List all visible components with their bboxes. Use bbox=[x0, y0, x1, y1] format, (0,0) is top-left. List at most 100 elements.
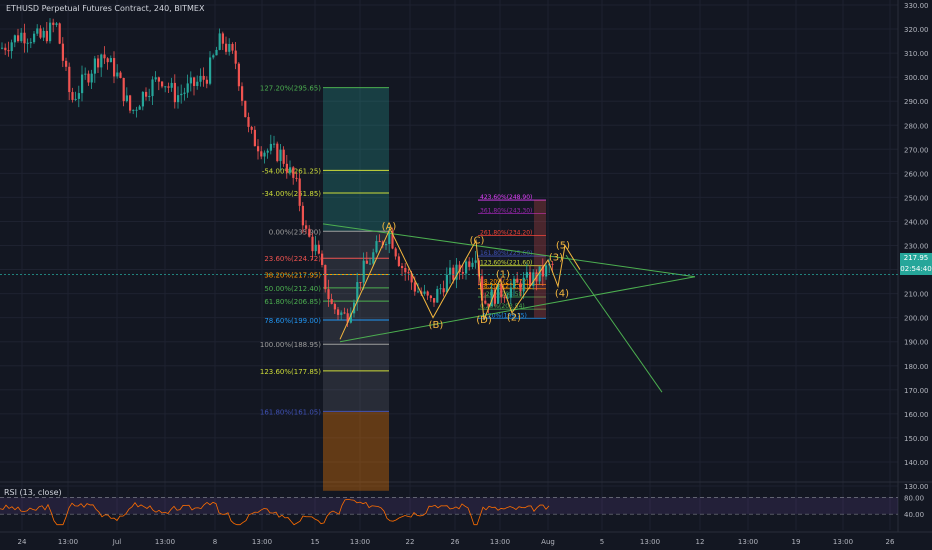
candle-body bbox=[260, 151, 263, 157]
candle-body bbox=[129, 95, 132, 111]
candle-body bbox=[61, 43, 64, 61]
candle-body bbox=[119, 72, 122, 78]
wave-label: (3) bbox=[549, 253, 563, 264]
wave-label: (C) bbox=[470, 236, 485, 247]
candle-body bbox=[285, 163, 288, 173]
candle-body bbox=[429, 295, 432, 299]
candle-body bbox=[132, 109, 135, 111]
candle-body bbox=[39, 28, 42, 38]
candle-body bbox=[4, 47, 7, 51]
candle-body bbox=[292, 167, 295, 178]
candle-body bbox=[551, 263, 554, 265]
price-tick-label: 190.00 bbox=[904, 339, 929, 347]
candle-body bbox=[333, 303, 336, 310]
candle-body bbox=[343, 312, 346, 314]
candle-body bbox=[362, 260, 365, 283]
candle-body bbox=[196, 81, 199, 86]
candle-body bbox=[106, 58, 109, 63]
candle-body bbox=[7, 50, 10, 52]
candle-body bbox=[234, 50, 237, 64]
candle-body bbox=[173, 82, 176, 103]
candle-body bbox=[257, 146, 260, 152]
candle-body bbox=[426, 291, 429, 296]
candle-body bbox=[141, 91, 144, 107]
candle-body bbox=[295, 177, 298, 179]
time-tick-label: 13:00 bbox=[350, 538, 370, 546]
candle-body bbox=[266, 150, 269, 153]
chart-title: ETHUSD Perpetual Futures Contract, 240, … bbox=[6, 4, 205, 13]
candle-body bbox=[276, 143, 279, 162]
candle-body bbox=[263, 152, 266, 157]
time-tick-label: 5 bbox=[600, 538, 604, 546]
candle-body bbox=[231, 43, 234, 51]
fib-level-label: 78.60%(199.00) bbox=[264, 317, 321, 325]
candle-body bbox=[365, 260, 368, 264]
price-tick-label: 320.00 bbox=[904, 26, 929, 34]
candle-body bbox=[289, 167, 292, 173]
candle-body bbox=[442, 288, 445, 293]
projection-line bbox=[565, 254, 663, 393]
fib-level-label: 127.20%(295.65) bbox=[260, 85, 321, 93]
candle-body bbox=[436, 288, 439, 303]
price-tick-label: 230.00 bbox=[904, 243, 929, 251]
candle-body bbox=[404, 268, 407, 273]
candle-body bbox=[503, 297, 506, 299]
price-tick-label: 240.00 bbox=[904, 218, 929, 226]
candle-body bbox=[125, 95, 128, 102]
price-tick-label: 290.00 bbox=[904, 98, 929, 106]
wave-label: (4) bbox=[555, 289, 569, 300]
candle-body bbox=[433, 298, 436, 303]
candle-body bbox=[135, 109, 138, 111]
price-tick-label: 300.00 bbox=[904, 74, 929, 82]
wave-label: (5) bbox=[556, 241, 570, 252]
candle-body bbox=[164, 86, 167, 88]
fib-level-label: -34.00%(251.85) bbox=[262, 190, 321, 198]
candle-body bbox=[327, 289, 330, 299]
candle-body bbox=[33, 33, 36, 43]
candle-body bbox=[407, 272, 410, 274]
fib-level-label: 0.00%(235.90) bbox=[269, 228, 321, 236]
candle-body bbox=[225, 43, 228, 52]
candle-body bbox=[247, 117, 250, 127]
candle-body bbox=[157, 77, 160, 82]
time-tick-label: 13:00 bbox=[738, 538, 758, 546]
candle-body bbox=[193, 77, 196, 86]
candle-body bbox=[525, 272, 528, 278]
candle-body bbox=[314, 244, 317, 252]
candle-body bbox=[212, 55, 215, 58]
candle-body bbox=[170, 82, 173, 88]
candle-body bbox=[439, 288, 442, 290]
candle-body bbox=[471, 262, 474, 267]
candle-body bbox=[68, 66, 71, 93]
candle-body bbox=[269, 143, 272, 151]
fib-extension-label: 423.60%(248.90) bbox=[480, 194, 532, 201]
fib-level-label: 50.00%(212.40) bbox=[264, 285, 321, 293]
candle-body bbox=[26, 42, 29, 44]
price-tick-label: 270.00 bbox=[904, 146, 929, 154]
candle-body bbox=[452, 267, 455, 280]
wave-label: (A) bbox=[382, 221, 397, 232]
candle-body bbox=[55, 23, 58, 25]
fib-level-label: 38.20%(217.95) bbox=[264, 271, 321, 279]
candle-body bbox=[161, 81, 164, 87]
candle-body bbox=[324, 264, 327, 290]
candle-body bbox=[474, 260, 477, 263]
candle-body bbox=[97, 58, 100, 68]
price-tick-label: 310.00 bbox=[904, 50, 929, 58]
candle-body bbox=[359, 282, 362, 284]
time-tick-label: 22 bbox=[406, 538, 415, 546]
candle-body bbox=[87, 73, 90, 83]
price-chart[interactable]: 330.00 320.00 310.00 300.00 290.00 280.00 270.… bbox=[0, 0, 932, 550]
candle-body bbox=[23, 32, 26, 44]
fib-extension-label: 161.80%(225.60) bbox=[480, 250, 532, 257]
time-tick-label: 15 bbox=[311, 538, 320, 546]
candle-body bbox=[109, 58, 112, 63]
time-tick-label: 19 bbox=[792, 538, 801, 546]
candle-body bbox=[154, 77, 157, 80]
candle-body bbox=[20, 32, 23, 42]
target-zone bbox=[323, 87, 389, 232]
fib-level-label: 100.00%(188.95) bbox=[260, 341, 321, 349]
candle-body bbox=[522, 277, 525, 292]
candle-body bbox=[369, 263, 372, 265]
candle-body bbox=[279, 149, 282, 162]
